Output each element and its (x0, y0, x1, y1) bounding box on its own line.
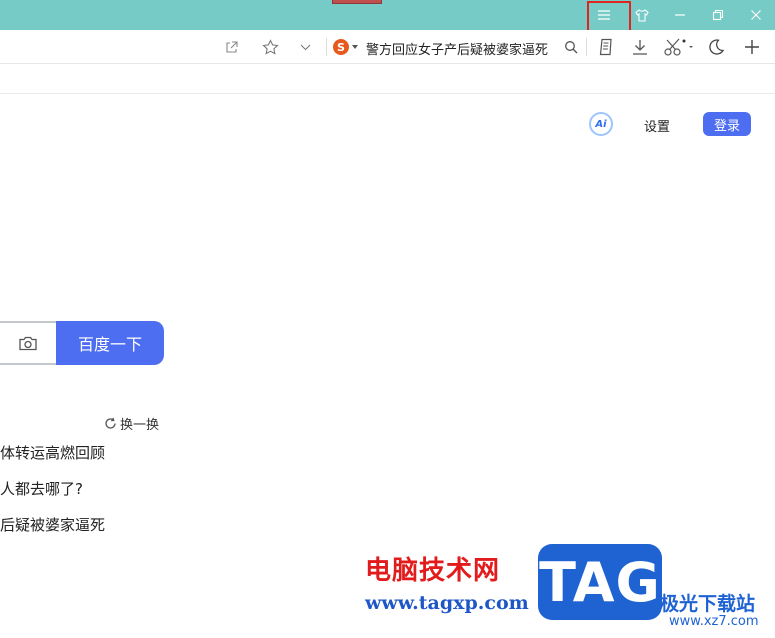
moon-icon (709, 39, 725, 55)
title-bar (0, 0, 775, 30)
watermark-site-url: www.tagxp.com (365, 592, 529, 614)
watermark-site-name: 电脑技术网 (365, 556, 501, 586)
login-button[interactable]: 登录 (703, 112, 751, 136)
bookmark-star-button[interactable] (258, 30, 282, 64)
download-button[interactable] (628, 30, 652, 64)
watermark-tag-logo: TAG (538, 544, 662, 620)
plus-icon (745, 40, 759, 54)
restore-icon (712, 9, 724, 21)
watermark-partner-name: 极光下载站 (660, 593, 756, 615)
hot-list-item[interactable]: 人都去哪了? (0, 478, 83, 499)
refresh-icon (105, 417, 116, 429)
download-icon (633, 40, 647, 55)
close-button[interactable] (737, 0, 775, 30)
star-icon (261, 38, 279, 55)
toolbar-separator (326, 38, 327, 56)
hot-search-query[interactable]: 警方回应女子产后疑被婆家逼死 (366, 39, 548, 58)
toolbar-search-button[interactable] (560, 30, 582, 64)
hot-list-item[interactable]: 体转运高燃回顾 (0, 442, 105, 463)
search-engine-selector[interactable]: S (333, 38, 359, 56)
search-icon (565, 41, 578, 54)
restore-button[interactable] (699, 0, 737, 30)
toolbar-separator (586, 38, 587, 56)
scissors-icon (664, 38, 693, 56)
settings-link[interactable]: 设置 (644, 116, 670, 135)
share-button[interactable] (220, 30, 244, 64)
address-toolbar: S 警方回应女子产后疑被婆家逼死 (0, 30, 775, 64)
skin-icon (635, 8, 649, 22)
image-search-button[interactable] (15, 332, 41, 354)
screenshot-button[interactable] (660, 30, 696, 64)
reader-button[interactable] (594, 30, 618, 64)
minimize-icon (675, 14, 685, 16)
camera-icon (19, 336, 37, 350)
new-tab-button[interactable] (740, 30, 764, 64)
tab-marker[interactable] (332, 0, 382, 4)
sogou-icon: S (333, 39, 349, 55)
caret-down-icon (352, 45, 358, 49)
refresh-hot-list-button[interactable]: 换一换 (104, 414, 159, 433)
hot-list-item[interactable]: 后疑被婆家逼死 (0, 514, 105, 535)
close-icon (751, 10, 761, 20)
reader-icon (599, 38, 612, 56)
watermark-partner-url: www.xz7.com (669, 614, 759, 629)
chevron-down-icon (300, 44, 310, 50)
search-submit-button[interactable]: 百度一下 (56, 321, 164, 365)
bookmark-bar (0, 64, 775, 94)
minimize-button[interactable] (661, 0, 699, 30)
ai-assistant-icon[interactable]: Ai (589, 112, 613, 136)
share-icon (226, 41, 238, 53)
refresh-label: 换一换 (120, 418, 160, 433)
address-dropdown-button[interactable] (294, 30, 316, 64)
night-mode-button[interactable] (704, 30, 728, 64)
